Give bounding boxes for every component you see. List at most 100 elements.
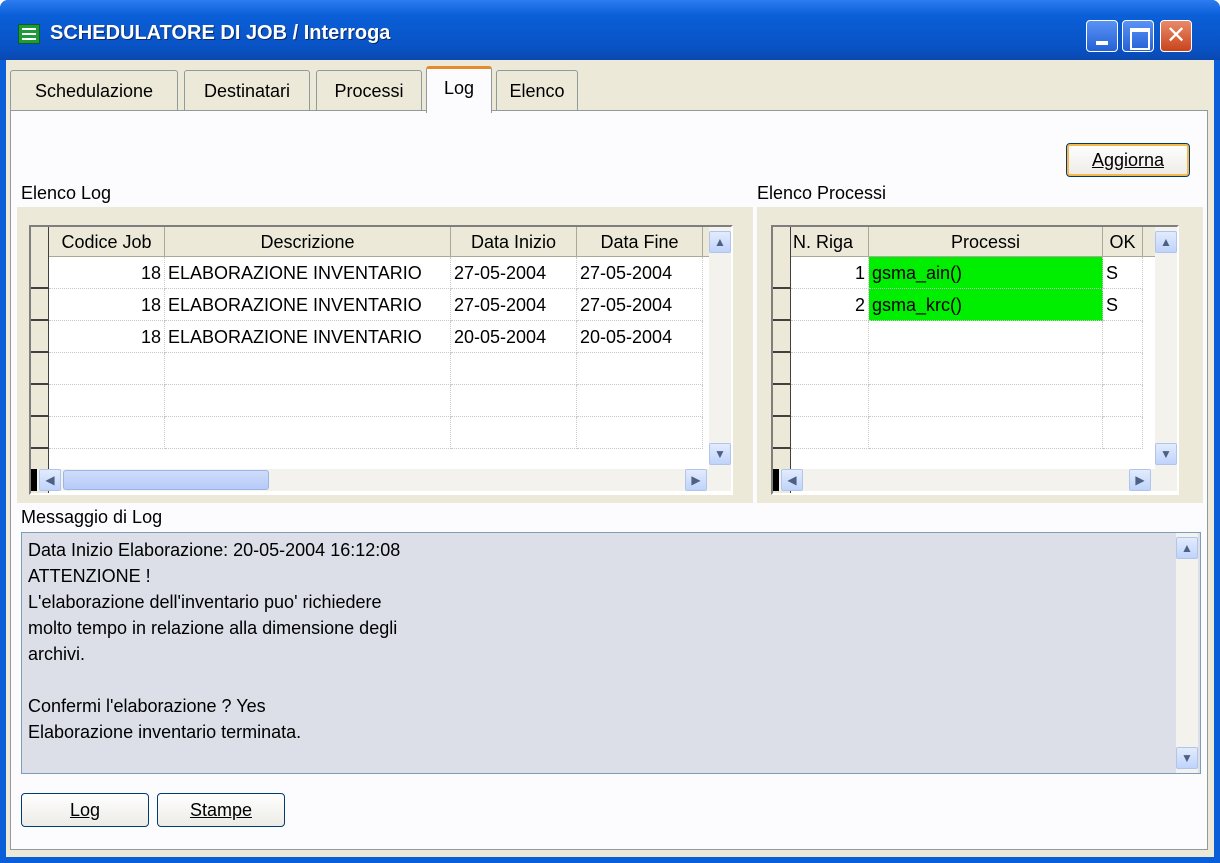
elenco-processi-area: N. Riga Processi OK 1 gsma_ain() S 2 gsm… [757, 207, 1203, 503]
cell-data-fine: 27-05-2004 [577, 289, 703, 321]
cell-descrizione: ELABORAZIONE INVENTARIO [165, 257, 451, 289]
col-header-n-riga[interactable]: N. Riga [791, 227, 869, 257]
elenco-log-label: Elenco Log [21, 183, 112, 203]
elenco-processi-grid[interactable]: N. Riga Processi OK 1 gsma_ain() S 2 gsm… [771, 225, 1179, 495]
maximize-button[interactable] [1122, 20, 1154, 52]
row-header[interactable] [773, 289, 791, 321]
col-header-data-inizio[interactable]: Data Inizio [451, 227, 577, 257]
col-header-ok[interactable]: OK [1103, 227, 1143, 257]
scroll-up-icon[interactable]: ▲ [1155, 231, 1177, 253]
elenco-log-grid[interactable]: Codice Job Descrizione Data Inizio Data … [29, 225, 733, 495]
row-header[interactable] [31, 289, 49, 321]
aggiorna-button[interactable]: Aggiorna [1066, 143, 1190, 177]
title-bar[interactable]: SCHEDULATORE DI JOB / Interroga ✕ [0, 0, 1220, 60]
cell-descrizione: ELABORAZIONE INVENTARIO [165, 289, 451, 321]
empty-cell [1103, 353, 1143, 385]
scroll-left-icon[interactable]: ◀ [39, 469, 61, 491]
vertical-scrollbar[interactable]: ▲ ▼ [709, 227, 731, 469]
empty-cell [577, 385, 703, 417]
row-header[interactable] [773, 385, 791, 417]
horizontal-scrollbar[interactable]: ◀ ▶ [773, 469, 1177, 491]
empty-cell [49, 417, 165, 449]
scroll-left-icon[interactable]: ◀ [781, 469, 803, 491]
scroll-up-icon[interactable]: ▲ [1176, 537, 1198, 559]
tab-log[interactable]: Log [426, 66, 492, 113]
col-header-codice-job[interactable]: Codice Job [49, 227, 165, 257]
empty-cell [165, 385, 451, 417]
row-header[interactable] [773, 353, 791, 385]
col-header-processi[interactable]: Processi [869, 227, 1103, 257]
cell-processo: gsma_krc() [869, 289, 1103, 321]
scroll-up-icon[interactable]: ▲ [709, 231, 731, 253]
scroll-thumb[interactable] [63, 470, 269, 490]
log-line: Confermi l'elaborazione ? Yes [28, 696, 266, 716]
scroll-down-icon[interactable]: ▼ [709, 443, 731, 465]
vertical-scrollbar[interactable]: ▲ ▼ [1155, 227, 1177, 469]
tab-processi[interactable]: Processi [316, 70, 422, 110]
messaggio-di-log-label: Messaggio di Log [21, 507, 163, 527]
scroll-right-icon[interactable]: ▶ [685, 469, 707, 491]
empty-cell [1103, 385, 1143, 417]
stampe-button[interactable]: Stampe [157, 793, 285, 827]
window-title: SCHEDULATORE DI JOB / Interroga [50, 22, 391, 44]
empty-cell [451, 385, 577, 417]
empty-cell [791, 321, 869, 353]
empty-cell [791, 353, 869, 385]
scroll-down-icon[interactable]: ▼ [1176, 747, 1198, 769]
app-grid-icon [18, 24, 40, 44]
cell-data-inizio: 20-05-2004 [451, 321, 577, 353]
vertical-scrollbar[interactable]: ▲ ▼ [1176, 533, 1198, 773]
log-message-textarea[interactable]: Data Inizio Elaborazione: 20-05-2004 16:… [21, 532, 1201, 774]
row-header[interactable] [773, 321, 791, 353]
client-area: Schedulazione Destinatari Processi Log E… [6, 60, 1214, 857]
scroll-down-icon[interactable]: ▼ [1155, 443, 1177, 465]
cell-descrizione: ELABORAZIONE INVENTARIO [165, 321, 451, 353]
grid-header: Codice Job Descrizione Data Inizio Data … [49, 227, 713, 257]
log-button-label: Log [69, 800, 101, 820]
minimize-button[interactable] [1086, 20, 1118, 52]
row-header[interactable] [31, 321, 49, 353]
empty-cell [869, 353, 1103, 385]
row-header[interactable] [31, 417, 49, 449]
row-header[interactable] [773, 257, 791, 289]
col-header-data-fine[interactable]: Data Fine [577, 227, 703, 257]
stampe-button-label: Stampe [189, 800, 253, 820]
tab-schedulazione[interactable]: Schedulazione [10, 70, 178, 110]
horizontal-scrollbar[interactable]: ◀ ▶ [31, 469, 731, 491]
close-button[interactable]: ✕ [1160, 20, 1192, 52]
empty-cell [577, 353, 703, 385]
empty-cell [869, 321, 1103, 353]
log-line: L'elaborazione dell'inventario puo' rich… [28, 592, 382, 612]
row-header-column [31, 227, 49, 493]
row-header[interactable] [773, 417, 791, 449]
empty-cell [577, 417, 703, 449]
cell-data-inizio: 27-05-2004 [451, 289, 577, 321]
empty-cell [451, 353, 577, 385]
empty-cell [869, 385, 1103, 417]
col-header-descrizione[interactable]: Descrizione [165, 227, 451, 257]
log-message-text: Data Inizio Elaborazione: 20-05-2004 16:… [28, 537, 400, 745]
empty-cell [1103, 321, 1143, 353]
tab-elenco[interactable]: Elenco [496, 70, 578, 110]
cell-codice-job: 18 [49, 289, 165, 321]
cell-ok: S [1103, 289, 1143, 321]
scroll-right-icon[interactable]: ▶ [1129, 469, 1151, 491]
empty-cell [791, 385, 869, 417]
row-header[interactable] [31, 257, 49, 289]
row-header-column [773, 227, 791, 493]
tab-destinatari[interactable]: Destinatari [184, 70, 310, 110]
row-header[interactable] [31, 353, 49, 385]
cell-data-inizio: 27-05-2004 [451, 257, 577, 289]
elenco-log-area: Codice Job Descrizione Data Inizio Data … [17, 207, 753, 503]
grid-header: N. Riga Processi OK [791, 227, 1155, 257]
log-line: archivi. [28, 644, 86, 664]
log-line: ATTENZIONE ! [28, 566, 151, 586]
log-line: Data Inizio Elaborazione: 20-05-2004 16:… [28, 540, 401, 560]
log-line: molto tempo in relazione alla dimensione… [28, 618, 398, 638]
row-header[interactable] [31, 385, 49, 417]
app-window: SCHEDULATORE DI JOB / Interroga ✕ Schedu… [0, 0, 1220, 863]
cell-codice-job: 18 [49, 257, 165, 289]
cell-data-fine: 20-05-2004 [577, 321, 703, 353]
log-button[interactable]: Log [21, 793, 149, 827]
